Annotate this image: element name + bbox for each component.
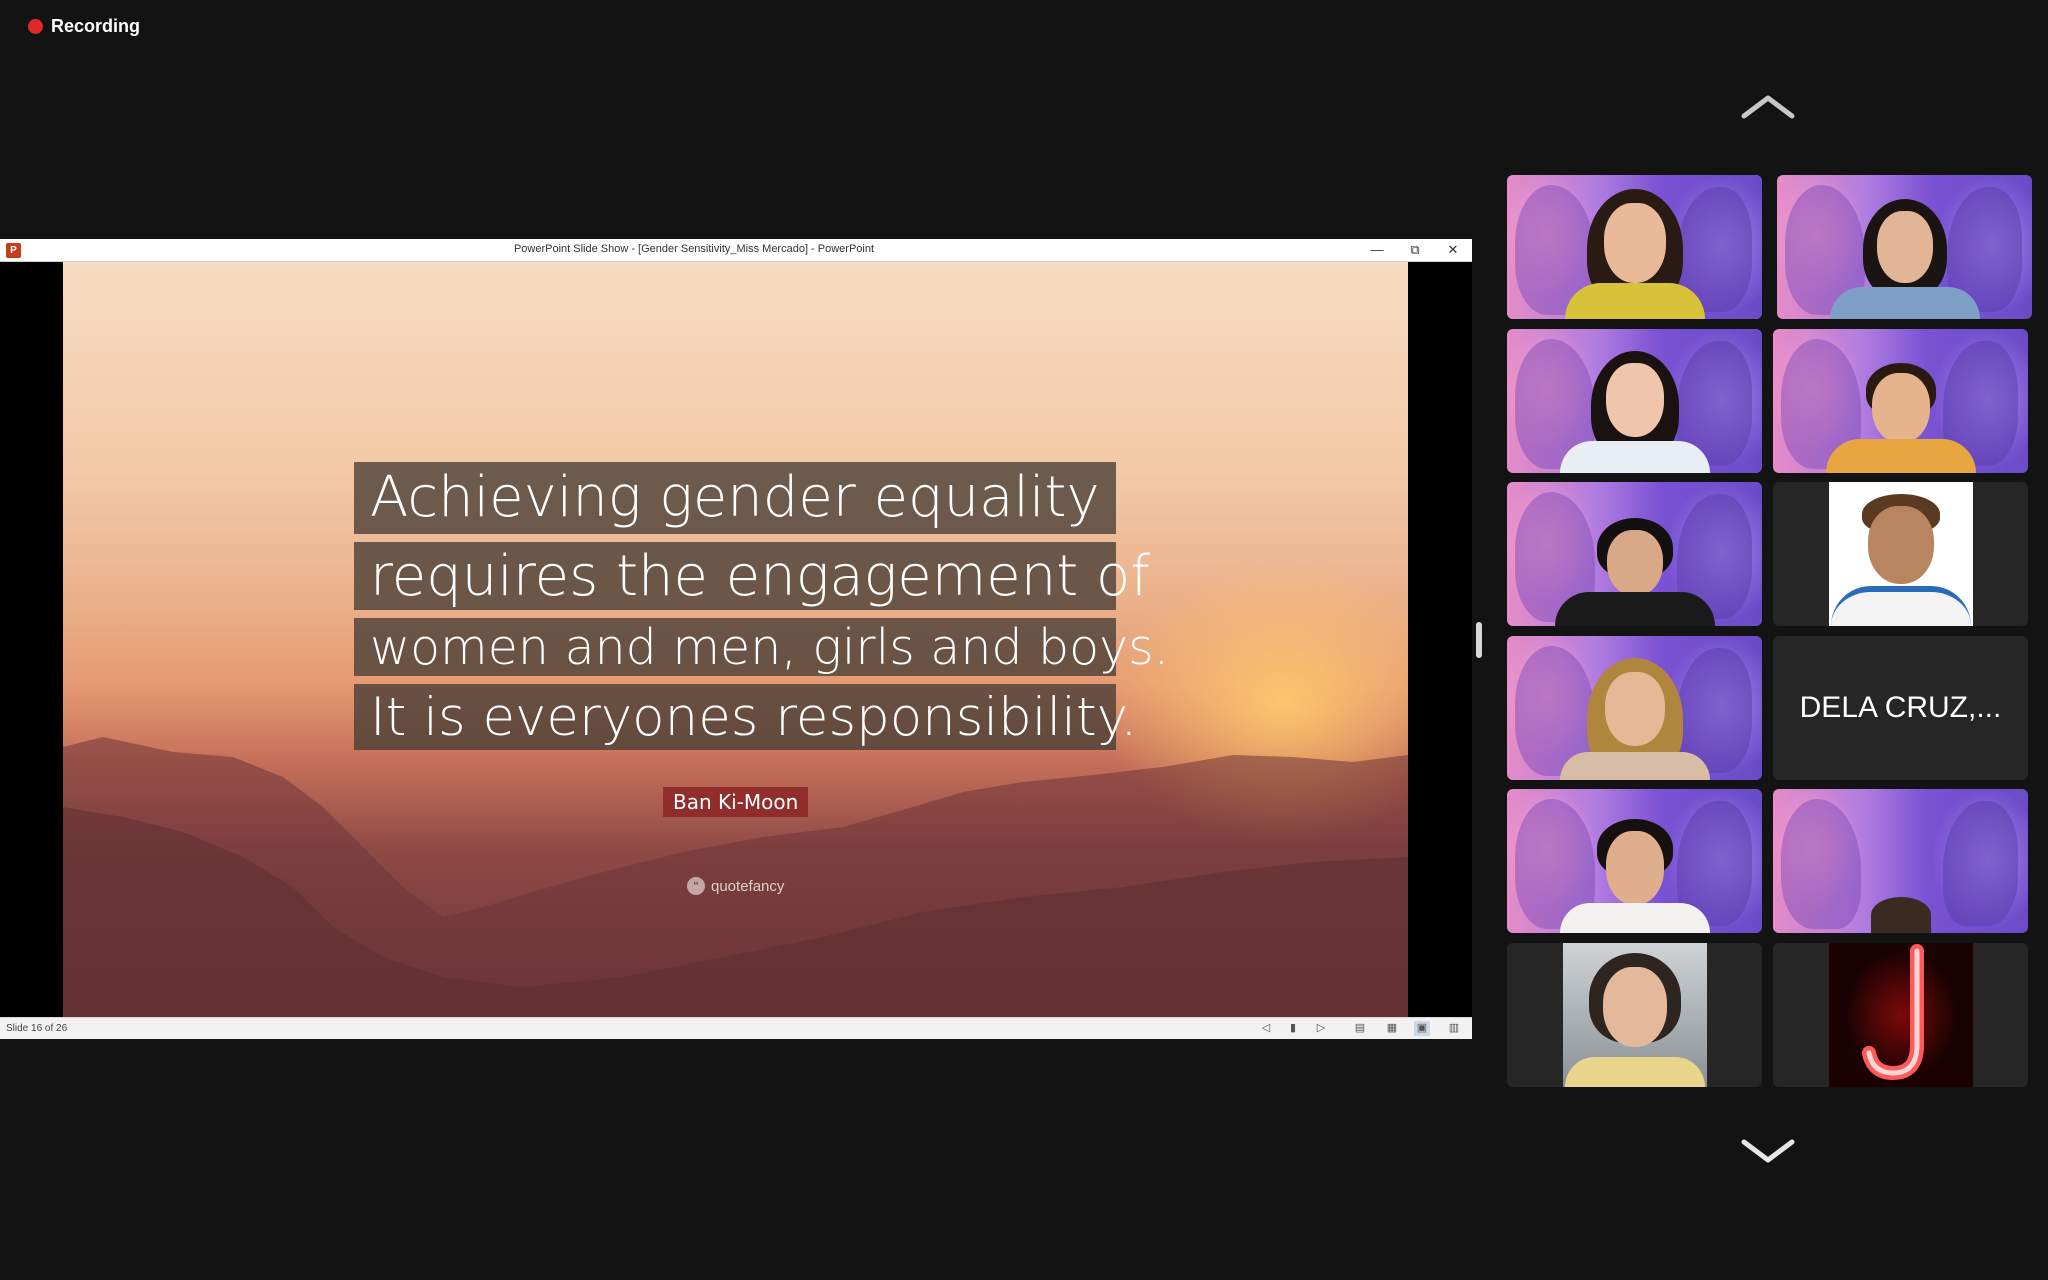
quote-author: Ban Ki-Moon [663,787,809,817]
recording-indicator[interactable]: Recording [28,16,140,37]
participant-body [1565,1057,1705,1087]
ppt-status-bar: Slide 16 of 26 ◁ ▮ ▷ ▤ ▦ ▣ ▥ [0,1017,1472,1039]
participant-face [1876,211,1933,283]
quote-line: women and men, girls and boys. [354,618,1169,676]
ppt-titlebar: P PowerPoint Slide Show - [Gender Sensit… [0,239,1472,262]
participant-body [1559,441,1710,473]
participant-photo [1829,482,1973,626]
participant-body [1831,586,1971,626]
presenter-icon[interactable]: ▥ [1446,1021,1462,1036]
notes-view-icon[interactable]: ▤ [1352,1021,1368,1036]
quote-line: requires the engagement of [354,542,1150,610]
participant-body [1559,752,1710,780]
shared-screen-powerpoint: P PowerPoint Slide Show - [Gender Sensit… [0,239,1472,1039]
slide-area: Achieving gender equality requires the e… [0,262,1472,1017]
ppt-window-title: PowerPoint Slide Show - [Gender Sensitiv… [513,243,875,255]
recording-dot-icon [28,19,43,34]
participant-tile[interactable] [1773,329,2028,473]
quote-text-block: Achieving gender equality requires the e… [354,462,1169,750]
participant-tile[interactable] [1777,175,2032,319]
slide[interactable]: Achieving gender equality requires the e… [63,262,1408,1017]
participant-face [1605,363,1664,437]
participant-face [1868,506,1934,584]
participant-body [1559,903,1710,933]
participant-tile[interactable] [1773,943,2028,1087]
participant-tile[interactable] [1507,943,1762,1087]
participant-video [1870,897,1931,933]
chevron-down-icon[interactable] [1738,1136,1798,1166]
participant-body [1829,287,1980,319]
split-view-divider[interactable] [1476,622,1482,658]
previous-icon[interactable]: ◁ [1258,1021,1274,1036]
next-icon[interactable]: ▷ [1313,1021,1329,1036]
participant-tile[interactable] [1507,329,1762,473]
slide-sorter-icon[interactable]: ▦ [1384,1021,1400,1036]
participant-tile[interactable] [1507,789,1762,933]
brand-label: quotefancy [711,877,785,895]
participant-body [1825,439,1976,473]
quotefancy-watermark: “ quotefancy [687,877,784,895]
participant-photo [1829,943,1973,1087]
participant-photo [1563,943,1707,1087]
participant-face [1603,203,1666,283]
quote-line: Achieving gender equality [354,462,1116,534]
participant-tile[interactable] [1507,482,1762,626]
participant-body [1554,592,1715,626]
recording-label: Recording [51,16,141,36]
quote-line: It is everyones responsibility. [354,684,1137,750]
quote-mark-icon: “ [687,877,705,895]
participant-face [1603,967,1667,1047]
close-icon[interactable]: ✕ [1438,241,1468,259]
slide-indicator: Slide 16 of 26 [6,1023,68,1034]
neon-letter-j-icon [1862,944,1924,1081]
participant-name: DELA CRUZ,... [1799,691,2002,724]
participant-face [1604,672,1665,746]
reading-view-icon[interactable]: ▣ [1414,1021,1430,1036]
participant-tile[interactable] [1507,636,1762,780]
chevron-up-icon[interactable] [1738,92,1798,122]
participant-tile[interactable] [1773,789,2028,933]
participant-tile-active-speaker[interactable] [1507,175,1762,319]
minimize-icon[interactable]: — [1362,241,1392,259]
participant-face [1606,530,1663,596]
participant-tile-name-only[interactable]: DELA CRUZ,... [1773,636,2028,780]
participant-face [1605,831,1664,905]
restore-icon[interactable]: ⧉ [1400,241,1430,259]
participant-face [1871,373,1930,443]
participant-tile[interactable] [1773,482,2028,626]
pause-icon[interactable]: ▮ [1285,1021,1301,1036]
participant-body [1564,283,1705,319]
